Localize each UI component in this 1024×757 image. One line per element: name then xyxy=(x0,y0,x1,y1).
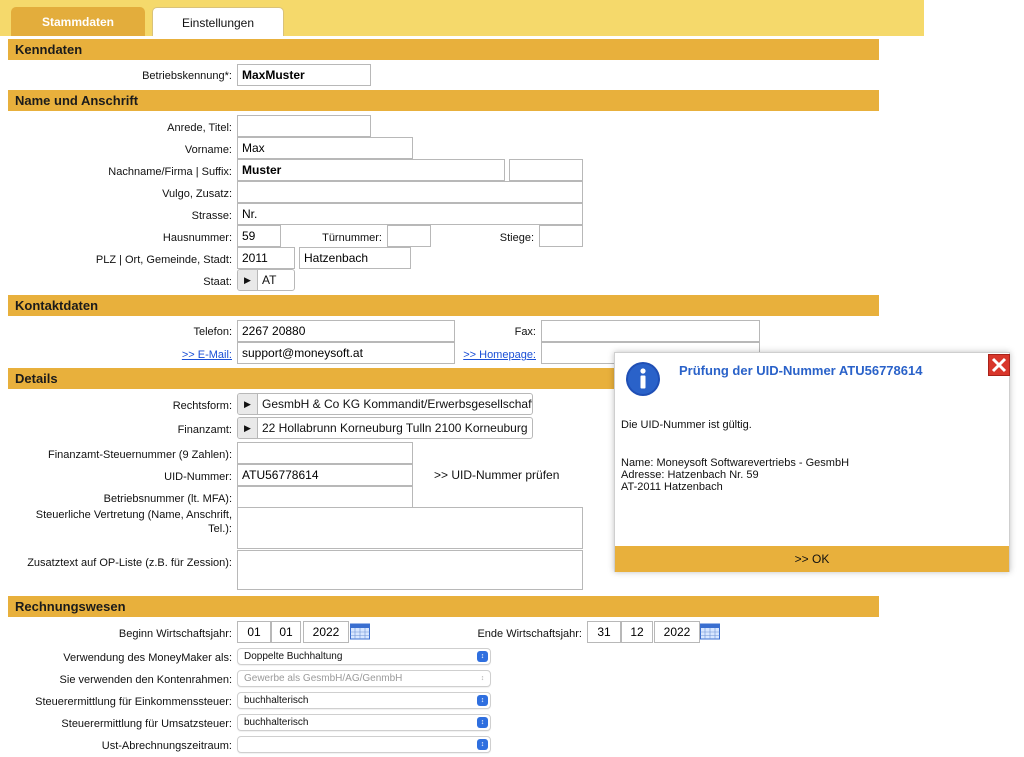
zusatztext-label: Zusatztext auf OP-Liste (z.B. für Zessio… xyxy=(27,557,232,569)
staat-value: AT xyxy=(262,273,277,287)
close-icon[interactable] xyxy=(988,354,1010,376)
dialog-message: Die UID-Nummer ist gültig. xyxy=(621,419,752,431)
betriebskennung-input[interactable]: MaxMuster xyxy=(237,64,371,86)
telefon-input[interactable]: 2267 20880 xyxy=(237,320,455,342)
anrede-input[interactable] xyxy=(237,115,371,137)
dialog-name-line: Name: Moneysoft Softwarevertriebs - Gesm… xyxy=(621,457,850,469)
tab-einstellungen[interactable]: Einstellungen xyxy=(152,7,284,36)
section-header-name-anschrift: Name und Anschrift xyxy=(8,90,879,111)
rechtsform-value: GesmbH & Co KG Kommandit/Erwerbsgesellsc… xyxy=(262,397,533,411)
hausnummer-input[interactable]: 59 xyxy=(237,225,281,247)
section-header-kontaktdaten: Kontaktdaten xyxy=(8,295,879,316)
ust-value: buchhalterisch xyxy=(244,717,309,728)
zeitraum-select[interactable]: ↕ xyxy=(237,736,491,753)
beginn-month-input[interactable]: 01 xyxy=(271,621,301,643)
vorname-label: Vorname: xyxy=(184,144,232,156)
email-input[interactable]: support@moneysoft.at xyxy=(237,342,455,364)
verwendung-select[interactable]: Doppelte Buchhaltung ↕ xyxy=(237,648,491,665)
nachname-input[interactable]: Muster xyxy=(237,159,505,181)
plz-input[interactable]: 2011 xyxy=(237,247,295,269)
stiege-input[interactable] xyxy=(539,225,583,247)
rechtsform-dropdown[interactable]: ▶ GesmbH & Co KG Kommandit/Erwerbsgesells… xyxy=(237,393,533,415)
steuernr-label: Finanzamt-Steuernummer (9 Zahlen): xyxy=(47,449,232,461)
section-header-kenndaten: Kenndaten xyxy=(8,39,879,60)
vertretung-label: Steuerliche Vertretung (Name, Anschrift,… xyxy=(35,509,232,535)
stiege-label: Stiege: xyxy=(499,232,534,244)
tab-stammdaten[interactable]: Stammdaten xyxy=(11,7,145,36)
steuernr-input[interactable] xyxy=(237,442,413,464)
strasse-label: Strasse: xyxy=(191,210,232,222)
info-icon xyxy=(626,362,660,396)
plz-label: PLZ | Ort, Gemeinde, Stadt: xyxy=(95,254,232,266)
kontenrahmen-value: Gewerbe als GesmbH/AG/GenmbH xyxy=(244,673,403,684)
nachname-label: Nachname/Firma | Suffix: xyxy=(108,166,232,178)
uid-label: UID-Nummer: xyxy=(164,471,232,483)
est-label: Steuerermittlung für Einkommenssteuer: xyxy=(35,696,232,708)
staat-label: Staat: xyxy=(203,276,232,288)
uid-check-dialog: Prüfung der UID-Nummer ATU56778614 Die U… xyxy=(614,352,1010,572)
est-value: buchhalterisch xyxy=(244,695,309,706)
verwendung-label: Verwendung des MoneyMaker als: xyxy=(63,652,232,664)
finanzamt-label: Finanzamt: xyxy=(177,424,232,436)
email-link[interactable]: >> E-Mail: xyxy=(0,348,232,362)
anrede-label: Anrede, Titel: xyxy=(167,122,232,134)
beginn-year-input[interactable]: 2022 xyxy=(303,621,349,643)
vorname-input[interactable]: Max xyxy=(237,137,413,159)
zusatztext-textarea[interactable] xyxy=(237,550,583,590)
kontenrahmen-label: Sie verwenden den Kontenrahmen: xyxy=(59,674,232,686)
fax-input[interactable] xyxy=(541,320,760,342)
betriebsnr-input[interactable] xyxy=(237,486,413,508)
play-triangle-icon: ▶ xyxy=(238,270,258,290)
vertretung-textarea[interactable] xyxy=(237,507,583,549)
fax-label: Fax: xyxy=(514,326,536,338)
ust-select[interactable]: buchhalterisch ↕ xyxy=(237,714,491,731)
section-header-rechnungswesen: Rechnungswesen xyxy=(8,596,879,617)
ort-input[interactable]: Hatzenbach xyxy=(299,247,411,269)
ust-label: Steuerermittlung für Umsatzsteuer: xyxy=(61,718,232,730)
dialog-ok-button[interactable]: >> OK xyxy=(615,546,1009,572)
suffix-input[interactable] xyxy=(509,159,583,181)
ende-year-input[interactable]: 2022 xyxy=(654,621,700,643)
est-select[interactable]: buchhalterisch ↕ xyxy=(237,692,491,709)
strasse-input[interactable]: Nr. xyxy=(237,203,583,225)
dialog-address-line: Adresse: Hatzenbach Nr. 59 xyxy=(621,469,759,481)
updown-chevron-icon: ↕ xyxy=(477,739,488,750)
calendar-icon[interactable] xyxy=(350,622,370,640)
telefon-label: Telefon: xyxy=(193,326,232,338)
finanzamt-value: 22 Hollabrunn Korneuburg Tulln 2100 Korn… xyxy=(262,421,528,435)
beginn-label: Beginn Wirtschaftsjahr: xyxy=(118,628,232,640)
ende-day-input[interactable]: 31 xyxy=(587,621,621,643)
hausnummer-label: Hausnummer: xyxy=(162,232,232,244)
tuernummer-label: Türnummer: xyxy=(322,232,382,244)
updown-chevron-icon: ↕ xyxy=(477,695,488,706)
updown-chevron-icon: ↕ xyxy=(477,717,488,728)
play-triangle-icon: ▶ xyxy=(238,418,258,438)
uid-check-link[interactable]: >> UID-Nummer prüfen xyxy=(434,468,559,482)
calendar-icon[interactable] xyxy=(700,622,720,640)
betriebskennung-label: Betriebskennung*: xyxy=(142,70,232,82)
updown-chevron-icon: ↕ xyxy=(477,651,488,662)
betriebsnr-label: Betriebsnummer (lt. MFA): xyxy=(103,493,232,505)
staat-dropdown[interactable]: ▶ AT xyxy=(237,269,295,291)
updown-chevron-icon: ↕ xyxy=(480,675,485,682)
beginn-day-input[interactable]: 01 xyxy=(237,621,271,643)
kontenrahmen-select[interactable]: Gewerbe als GesmbH/AG/GenmbH ↕ xyxy=(237,670,491,687)
uid-input[interactable]: ATU56778614 xyxy=(237,464,413,486)
finanzamt-dropdown[interactable]: ▶ 22 Hollabrunn Korneuburg Tulln 2100 Kor… xyxy=(237,417,533,439)
vulgo-input[interactable] xyxy=(237,181,583,203)
rechtsform-label: Rechtsform: xyxy=(172,400,232,412)
homepage-link[interactable]: >> Homepage: xyxy=(440,348,536,362)
ende-month-input[interactable]: 12 xyxy=(621,621,653,643)
dialog-details: Name: Moneysoft Softwarevertriebs - Gesm… xyxy=(621,457,849,493)
ende-label: Ende Wirtschaftsjahr: xyxy=(477,628,582,640)
dialog-city-line: AT-2011 Hatzenbach xyxy=(621,481,723,493)
play-triangle-icon: ▶ xyxy=(238,394,258,414)
tuernummer-input[interactable] xyxy=(387,225,431,247)
verwendung-value: Doppelte Buchhaltung xyxy=(244,651,343,662)
dialog-title: Prüfung der UID-Nummer ATU56778614 xyxy=(679,363,923,378)
tab-bar: Stammdaten Einstellungen xyxy=(0,0,924,36)
zeitraum-label: Ust-Abrechnungszeitraum: xyxy=(101,740,232,752)
vulgo-label: Vulgo, Zusatz: xyxy=(162,188,232,200)
